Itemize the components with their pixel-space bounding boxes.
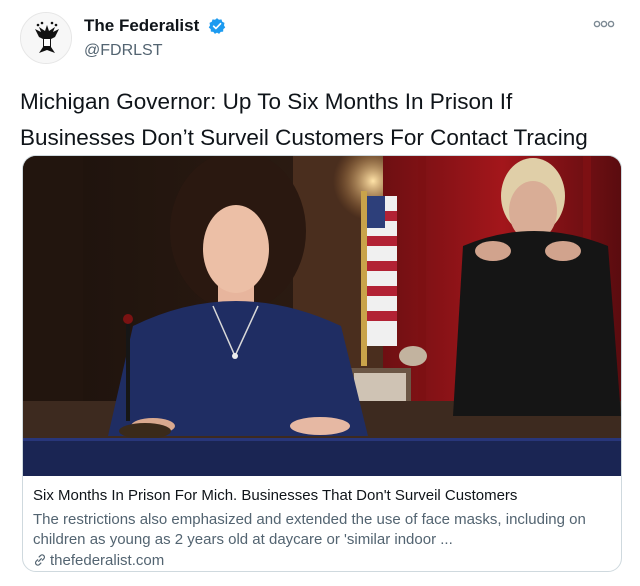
tweet-text: Michigan Governor: Up To Six Months In P… — [20, 89, 588, 150]
tweet-header: The Federalist @FDRLST — [20, 12, 620, 68]
card-text: Six Months In Prison For Mich. Businesse… — [33, 487, 617, 569]
more-options-icon[interactable] — [592, 16, 616, 32]
card-domain[interactable]: thefederalist.com — [33, 552, 617, 569]
account-handle[interactable]: @FDRLST — [84, 42, 226, 60]
account-names: The Federalist @FDRLST — [84, 16, 226, 60]
link-icon — [35, 554, 45, 566]
verified-badge-icon — [208, 18, 225, 34]
card-description: The restrictions also emphasized and ext… — [33, 511, 586, 548]
link-card[interactable]: Six Months In Prison For Mich. Businesse… — [22, 155, 622, 572]
card-title[interactable]: Six Months In Prison For Mich. Businesse… — [33, 487, 617, 504]
display-name[interactable]: The Federalist — [84, 16, 199, 36]
tweet: The Federalist @FDRLST Michigan Governor… — [0, 0, 640, 586]
card-image[interactable] — [23, 156, 621, 476]
eagle-logo-icon — [21, 13, 71, 63]
avatar[interactable] — [20, 12, 72, 64]
card-domain-text: thefederalist.com — [50, 552, 165, 569]
